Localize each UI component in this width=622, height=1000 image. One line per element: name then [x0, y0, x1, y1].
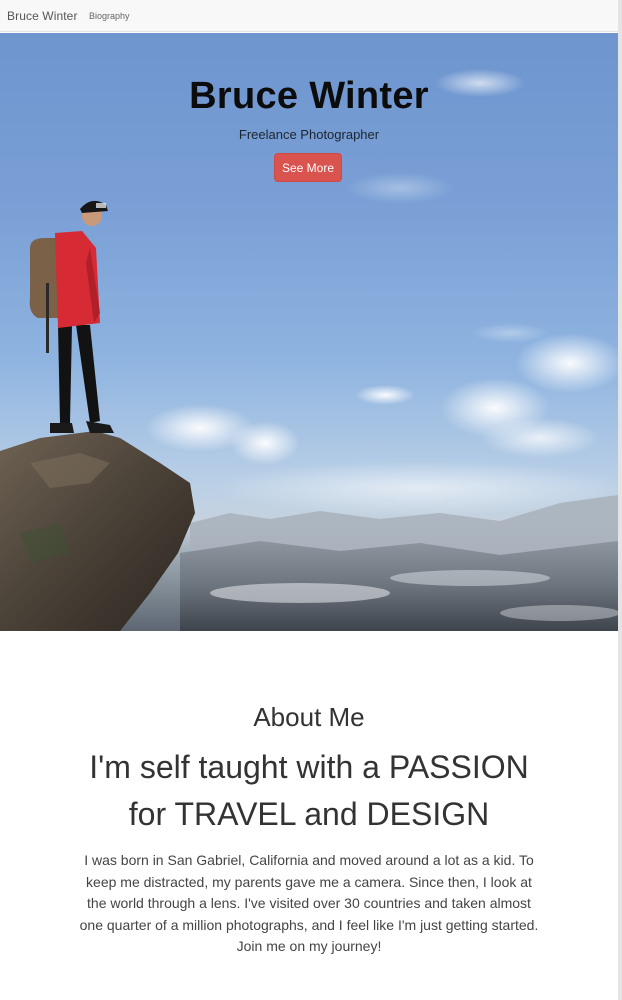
hero-title: Bruce Winter	[189, 75, 429, 117]
hiker-figure	[29, 200, 114, 433]
hero-background-photo	[0, 69, 618, 631]
navbar: Bruce Winter Biography	[0, 0, 618, 32]
about-tagline: I'm self taught with a PASSION for TRAVE…	[74, 744, 544, 838]
see-more-button[interactable]: See More	[274, 153, 342, 182]
hero-subtitle: Freelance Photographer	[238, 127, 380, 142]
nav-link-biography[interactable]: Biography	[89, 11, 130, 21]
about-tagline-line-2: for TRAVEL and DESIGN	[128, 796, 490, 832]
about-body-text: I was born in San Gabriel, California an…	[79, 852, 539, 954]
page-scrollbar[interactable]	[618, 0, 622, 1000]
navbar-brand[interactable]: Bruce Winter	[7, 9, 78, 23]
hero-section: Bruce Winter Freelance Photographer See …	[0, 33, 618, 631]
about-heading: About Me	[253, 702, 365, 732]
about-section: About Me I'm self taught with a PASSION …	[0, 700, 618, 958]
about-tagline-line-1: I'm self taught with a PASSION	[89, 749, 529, 785]
page: Bruce Winter Biography Bruce Winter Free…	[0, 0, 618, 1000]
